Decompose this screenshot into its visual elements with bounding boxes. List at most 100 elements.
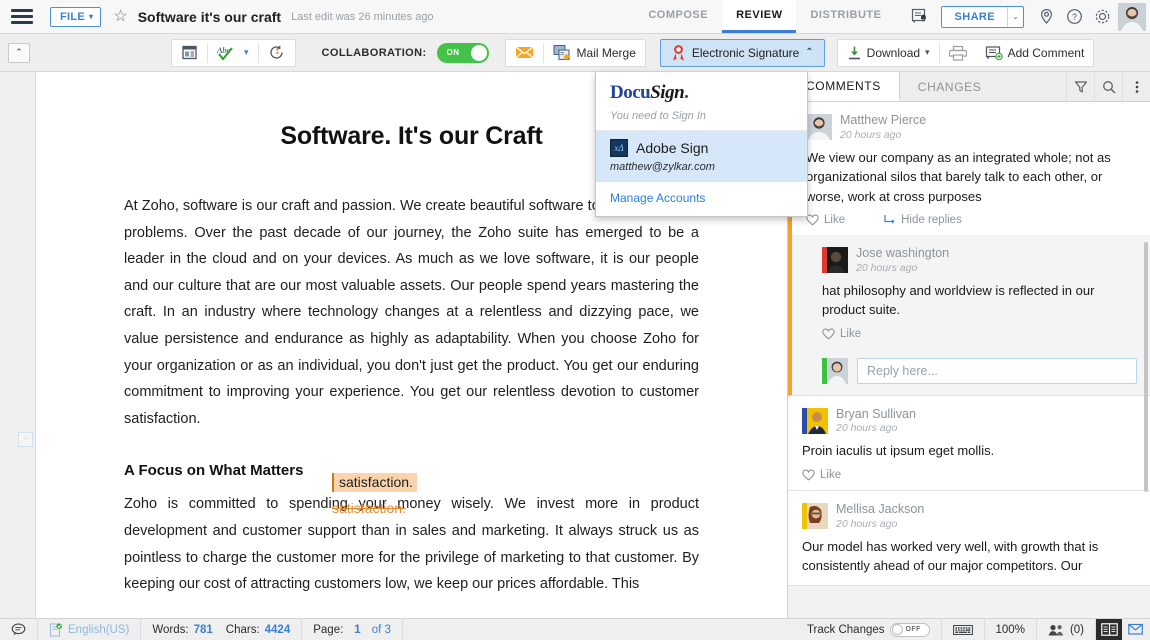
file-menu-button[interactable]: FILE ▾ [50,7,101,27]
comments-panel-header: COMMENTS CHANGES [788,72,1150,102]
like-button[interactable]: Like [806,214,845,226]
avatar[interactable] [1118,3,1146,31]
gutter-add-icon[interactable]: + [18,432,33,447]
chevron-down-icon[interactable]: ⌄ [1007,7,1023,27]
star-icon[interactable]: ☆ [113,9,127,25]
comment-header: Jose washington 20 hours ago [822,246,1137,274]
comment-item[interactable]: Mellisa Jackson 20 hours ago Our model h… [788,491,1150,585]
feedback-cell[interactable] [1122,619,1150,640]
like-button[interactable]: Like [802,469,841,481]
struck-through-text: satisfaction. [332,500,406,516]
status-bar-right: Track Changes OFF [796,619,1150,640]
status-bar: English(US) Words: 781 Chars: 4424 Page:… [0,618,1150,640]
avatar [802,408,828,434]
page-layout-icon[interactable] [172,40,207,66]
printer-icon[interactable] [940,40,976,66]
hamburger-icon[interactable] [0,0,44,34]
page-value[interactable]: 1 [354,624,360,636]
page-label: Page: [313,624,343,636]
filter-funnel-icon[interactable] [1066,72,1094,101]
comment-author: Bryan Sullivan [836,407,916,423]
like-button[interactable]: Like [822,328,861,340]
comment-toggle-cell[interactable] [0,619,38,640]
comment-thread[interactable]: Mellisa Jackson 20 hours ago Our model h… [788,491,1150,586]
avatar [806,114,832,140]
toggle-knob [471,45,487,61]
comment-timestamp: 20 hours ago [856,262,949,274]
collaborators-cell[interactable]: (0) [1037,619,1096,640]
tab-compose[interactable]: COMPOSE [634,0,722,33]
adobe-sign-account-item[interactable]: xΔ Adobe Sign matthew@zylkar.com [596,131,807,182]
share-button[interactable]: SHARE ⌄ [941,6,1024,28]
tab-review[interactable]: REVIEW [722,0,796,33]
more-vertical-icon[interactable] [1122,72,1150,101]
zoom-value: 100% [996,624,1025,636]
electronic-signature-button[interactable]: Electronic Signature ⌃ [660,39,825,67]
zoho-writer-window: FILE ▾ ☆ Software it's our craft Last ed… [0,0,1150,640]
tab-distribute[interactable]: DISTRIBUTE [796,0,895,33]
comment-reply-item[interactable]: Jose washington 20 hours ago hat philoso… [792,235,1150,349]
comments-list[interactable]: Matthew Pierce 20 hours ago We view our … [788,102,1150,618]
document-notification-icon[interactable] [905,3,933,31]
hide-replies-button[interactable]: Hide replies [883,214,962,226]
adobe-sign-label: Adobe Sign [636,140,708,156]
manage-accounts-link[interactable]: Manage Accounts [596,182,807,216]
collaboration-toolbar: ⌃ Abc ▾ [0,34,1150,72]
add-comment-label: Add Comment [1008,46,1085,60]
view-tools-group: Abc ▾ [171,39,296,67]
help-circle-icon[interactable]: ? [1060,3,1088,31]
comment-author: Matthew Pierce [840,113,926,129]
comment-thread[interactable]: Matthew Pierce 20 hours ago We view our … [788,102,1150,396]
language-cell[interactable]: English(US) [38,619,141,640]
track-changes-label: Track Changes [807,624,885,636]
comment-body: Our model has worked very well, with gro… [802,537,1137,576]
add-comment-button[interactable]: Add Comment [976,40,1094,66]
comment-item[interactable]: Matthew Pierce 20 hours ago We view our … [792,102,1150,235]
gear-icon[interactable] [1088,3,1116,31]
version-history-icon[interactable] [259,40,295,66]
docusign-logo: DocuSign. [610,82,793,104]
download-arrow-icon [847,45,862,61]
adobe-sign-icon: xΔ [610,139,628,157]
spellcheck-abc-icon[interactable]: Abc ▾ [208,40,258,66]
signature-ribbon-icon [671,44,686,61]
book-view-icon[interactable] [1096,619,1122,640]
chevron-down-icon: ▾ [89,12,93,21]
collaboration-toggle[interactable]: ON [437,43,489,63]
comments-scrollbar[interactable] [1144,242,1148,492]
top-bar: FILE ▾ ☆ Software it's our craft Last ed… [0,0,1150,34]
page-cell: Page: 1 of 3 [302,619,403,640]
track-changes-cell[interactable]: Track Changes OFF [796,619,942,640]
language-check-icon [49,623,63,637]
collapse-toolbar-button[interactable]: ⌃ [8,43,30,63]
docusign-section[interactable]: DocuSign. You need to Sign In [596,72,807,131]
comment-thread[interactable]: Bryan Sullivan 20 hours ago Proin iaculi… [788,396,1150,491]
keyboard-cell[interactable] [942,619,985,640]
tab-changes[interactable]: CHANGES [900,72,1000,101]
comment-actions: Like [822,328,1137,340]
words-value: 781 [194,624,213,636]
like-label: Like [840,328,861,340]
heart-icon [822,328,835,340]
adobe-sign-row: xΔ Adobe Sign [610,139,793,157]
share-label: SHARE [942,7,1007,27]
electronic-signature-dropdown[interactable]: DocuSign. You need to Sign In xΔ Adobe S… [595,72,808,217]
zoom-cell[interactable]: 100% [985,619,1037,640]
envelope-icon[interactable] [506,40,543,66]
output-group: Download ▾ [837,39,1095,67]
comment-author: Mellisa Jackson [836,502,924,518]
docusign-logo-mark: . [684,82,688,103]
download-button[interactable]: Download ▾ [838,40,939,66]
comment-item[interactable]: Bryan Sullivan 20 hours ago Proin iaculi… [788,396,1150,490]
chevron-down-icon: ▾ [925,47,930,58]
reply-input[interactable]: Reply here... [857,358,1137,384]
chevron-down-icon: ▾ [244,47,249,58]
text-suggestion-popup[interactable]: satisfaction. [332,473,417,492]
docusign-logo-sign: Sign [650,82,684,103]
comment-header: Matthew Pierce 20 hours ago [806,113,1137,141]
location-pin-icon[interactable] [1032,3,1060,31]
search-icon[interactable] [1094,72,1122,101]
document-title[interactable]: Software it's our craft [138,9,281,25]
mail-merge-button[interactable]: Mail Merge [544,40,645,66]
track-changes-toggle[interactable]: OFF [890,623,930,637]
